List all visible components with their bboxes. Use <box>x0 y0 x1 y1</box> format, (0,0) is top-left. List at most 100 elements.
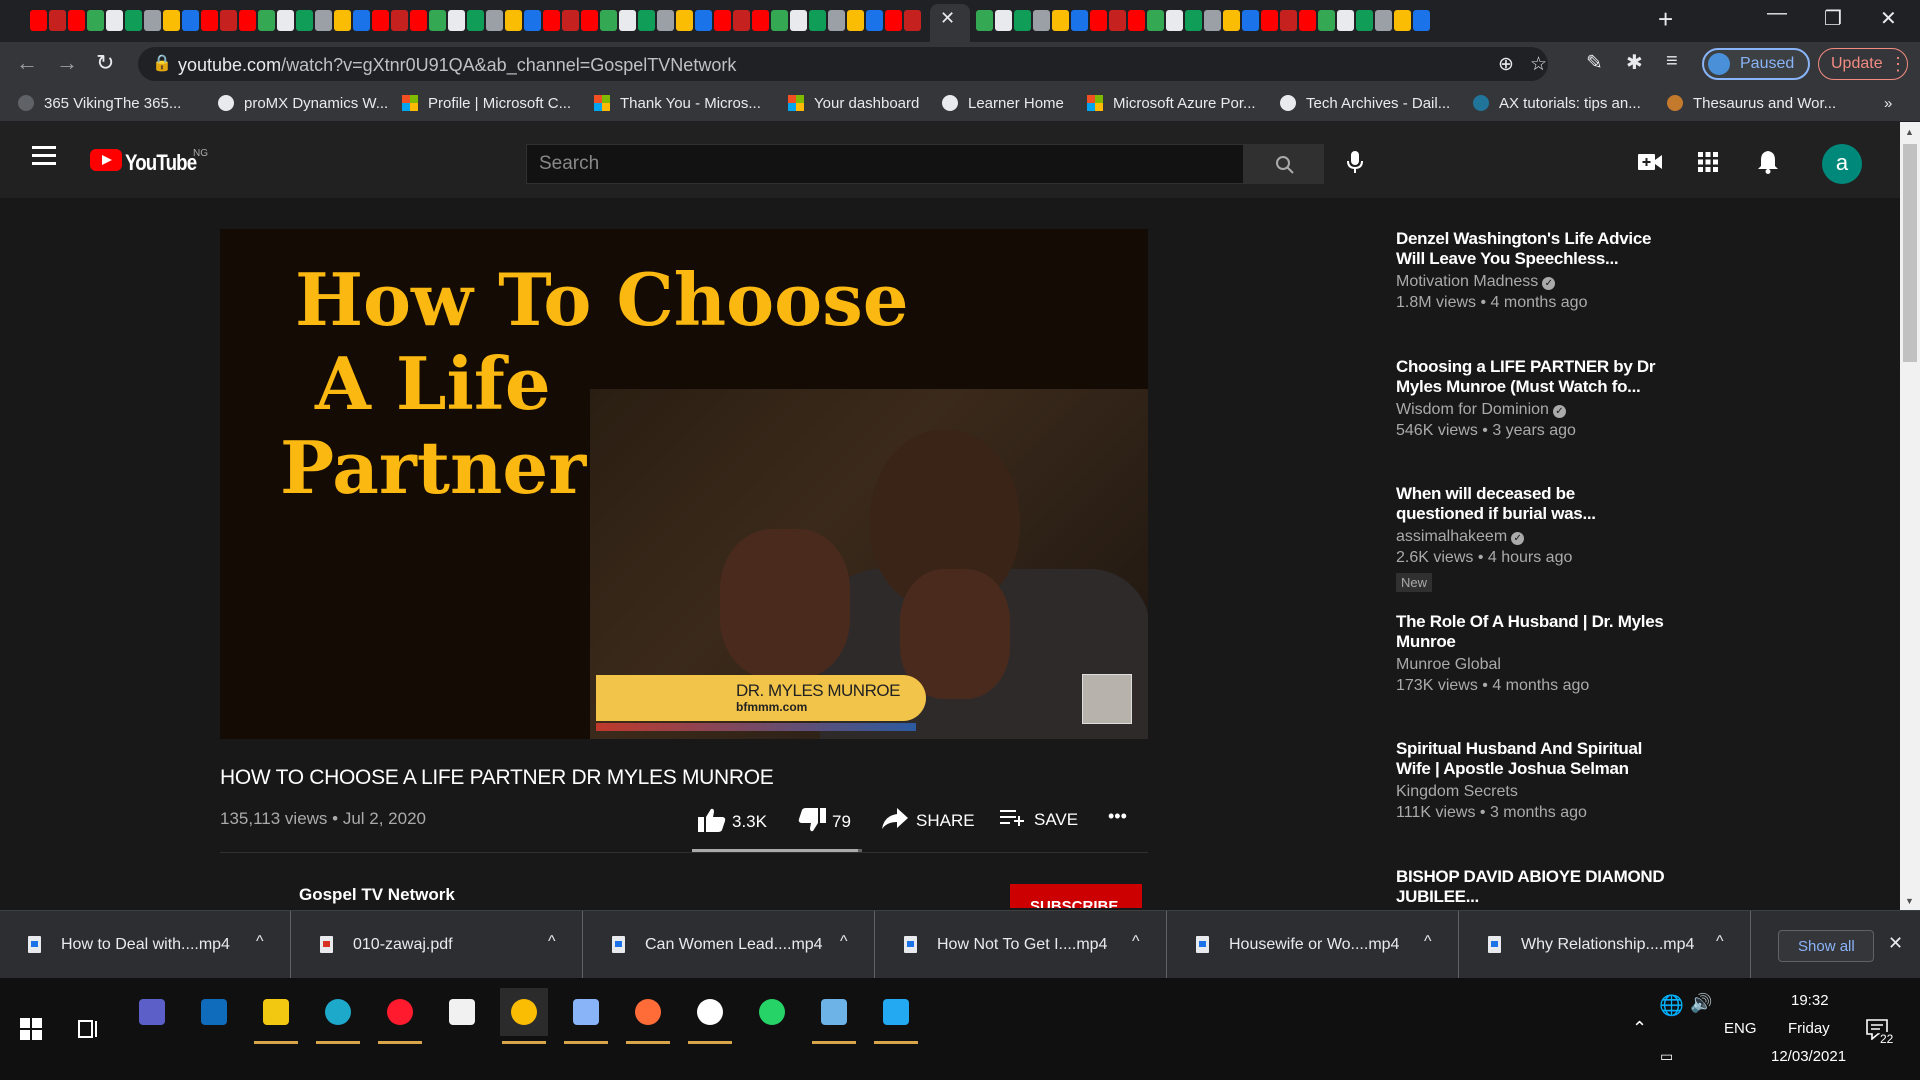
scroll-down-arrow-icon[interactable]: ▼ <box>1905 896 1914 906</box>
battery-icon[interactable]: ▭ <box>1660 1048 1673 1065</box>
tab-favicon-icon[interactable] <box>1052 10 1069 31</box>
recommended-video[interactable]: Denzel Washington's Life Advice Will Lea… <box>1396 229 1666 312</box>
tab-favicon-icon[interactable] <box>1204 10 1221 31</box>
tab-favicon-icon[interactable] <box>410 10 427 31</box>
clock-date[interactable]: 12/03/2021 <box>1771 1048 1846 1065</box>
teams-icon[interactable] <box>128 988 176 1036</box>
bookmark-item[interactable]: Thesaurus and Wor... <box>1667 95 1836 112</box>
language-indicator[interactable]: ENG <box>1724 1020 1757 1037</box>
bookmark-item[interactable]: Thank You - Micros... <box>594 95 761 112</box>
tab-favicon-icon[interactable] <box>391 10 408 31</box>
notifications-bell-icon[interactable] <box>1758 150 1778 174</box>
tab-favicon-icon[interactable] <box>809 10 826 31</box>
tab-favicon-icon[interactable] <box>448 10 465 31</box>
bookmark-item[interactable]: 365 VikingThe 365... <box>18 95 181 112</box>
network-globe-icon[interactable]: 🌐 <box>1659 993 1684 1018</box>
microphone-icon[interactable] <box>1346 150 1364 174</box>
tab-favicon-icon[interactable] <box>334 10 351 31</box>
recommended-video-title[interactable]: Denzel Washington's Life Advice Will Lea… <box>1396 229 1666 269</box>
tab-close-icon[interactable]: ✕ <box>940 8 955 29</box>
download-item[interactable]: Why Relationship....mp4 ^ <box>1460 911 1751 979</box>
share-button[interactable]: SHARE <box>882 808 975 831</box>
postman-icon[interactable] <box>624 988 672 1044</box>
recommended-video[interactable]: When will deceased be questioned if buri… <box>1396 484 1666 592</box>
account-avatar[interactable]: a <box>1822 144 1862 184</box>
video-player[interactable]: How To Choose A Life Partner DR. MYLES M… <box>220 229 1148 739</box>
tab-favicon-icon[interactable] <box>201 10 218 31</box>
tab-favicon-icon[interactable] <box>258 10 275 31</box>
tab-favicon-icon[interactable] <box>1071 10 1088 31</box>
tab-favicon-icon[interactable] <box>619 10 636 31</box>
tab-favicon-icon[interactable] <box>505 10 522 31</box>
tab-favicon-icon[interactable] <box>600 10 617 31</box>
minimize-button[interactable]: — <box>1767 2 1787 25</box>
url-text[interactable]: youtube.com/watch?v=gXtnr0U91QA&ab_chann… <box>178 55 736 76</box>
tab-favicon-icon[interactable] <box>995 10 1012 31</box>
tab-favicon-icon[interactable] <box>372 10 389 31</box>
channel-watermark[interactable] <box>1082 674 1132 724</box>
tab-favicon-icon[interactable] <box>676 10 693 31</box>
tab-favicon-icon[interactable] <box>847 10 864 31</box>
download-item[interactable]: Housewife or Wo....mp4 ^ <box>1168 911 1459 979</box>
recommended-video-channel[interactable]: assimalhakeem ✓ <box>1396 528 1666 546</box>
tab-favicon-icon[interactable] <box>1280 10 1297 31</box>
download-options-chevron-icon[interactable]: ^ <box>548 933 556 951</box>
search-button[interactable] <box>1244 144 1324 184</box>
recommended-video[interactable]: BISHOP DAVID ABIOYE DIAMOND JUBILEE... <box>1396 867 1666 907</box>
tab-favicon-icon[interactable] <box>239 10 256 31</box>
tab-favicon-icon[interactable] <box>1261 10 1278 31</box>
more-actions-button[interactable]: ••• <box>1108 806 1127 827</box>
outlook-icon[interactable] <box>190 988 238 1036</box>
task-view-icon[interactable] <box>78 1018 100 1040</box>
bookmark-item[interactable]: AX tutorials: tips an... <box>1473 95 1641 112</box>
tab-favicon-icon[interactable] <box>49 10 66 31</box>
tab-favicon-icon[interactable] <box>695 10 712 31</box>
add-icon[interactable]: ⊕ <box>1498 53 1514 76</box>
tab-favicon-icon[interactable] <box>1394 10 1411 31</box>
tab-favicon-icon[interactable] <box>296 10 313 31</box>
tab-favicon-icon[interactable] <box>1223 10 1240 31</box>
tab-favicon-icon[interactable] <box>885 10 902 31</box>
download-options-chevron-icon[interactable]: ^ <box>840 933 848 951</box>
download-options-chevron-icon[interactable]: ^ <box>1716 933 1724 951</box>
download-options-chevron-icon[interactable]: ^ <box>256 933 264 951</box>
recommended-video-channel[interactable]: Wisdom for Dominion ✓ <box>1396 401 1666 419</box>
tray-expand-icon[interactable]: ⌃ <box>1632 1018 1647 1039</box>
bookmark-item[interactable]: Microsoft Azure Por... <box>1087 95 1256 112</box>
download-item[interactable]: How Not To Get I....mp4 ^ <box>876 911 1167 979</box>
bookmark-star-icon[interactable]: ☆ <box>1530 53 1547 76</box>
scrollbar-thumb[interactable] <box>1903 144 1917 362</box>
address-bar[interactable]: 🔒 youtube.com/watch?v=gXtnr0U91QA&ab_cha… <box>138 47 1548 81</box>
tab-favicon-icon[interactable] <box>638 10 655 31</box>
menu-icon[interactable] <box>32 146 56 165</box>
tab-favicon-icon[interactable] <box>182 10 199 31</box>
bookmark-item[interactable]: Your dashboard <box>788 95 919 112</box>
show-all-downloads-button[interactable]: Show all <box>1778 930 1874 962</box>
recommended-video-channel[interactable]: Munroe Global <box>1396 656 1666 674</box>
tab-favicon-icon[interactable] <box>353 10 370 31</box>
tab-favicon-icon[interactable] <box>790 10 807 31</box>
tab-favicon-icon[interactable] <box>1185 10 1202 31</box>
tab-favicon-icon[interactable] <box>1090 10 1107 31</box>
whatsapp-icon[interactable] <box>748 988 796 1036</box>
tab-favicon-icon[interactable] <box>1413 10 1430 31</box>
download-item[interactable]: How to Deal with....mp4 ^ <box>0 911 291 979</box>
bookmarks-overflow-button[interactable]: » <box>1884 95 1892 112</box>
windows-start-icon[interactable] <box>20 1018 42 1040</box>
tab-favicon-icon[interactable] <box>106 10 123 31</box>
create-video-icon[interactable] <box>1638 153 1662 171</box>
close-download-shelf-icon[interactable]: ✕ <box>1888 933 1903 954</box>
tab-favicon-icon[interactable] <box>1375 10 1392 31</box>
tab-favicon-icon[interactable] <box>733 10 750 31</box>
tab-favicon-icon[interactable] <box>220 10 237 31</box>
tab-favicon-icon[interactable] <box>315 10 332 31</box>
tab-favicon-icon[interactable] <box>714 10 731 31</box>
tab-favicon-icon[interactable] <box>87 10 104 31</box>
tab-favicon-icon[interactable] <box>1242 10 1259 31</box>
tab-favicon-icon[interactable] <box>486 10 503 31</box>
youtube-logo-icon[interactable] <box>90 149 122 171</box>
forward-button[interactable]: → <box>56 50 78 76</box>
save-button[interactable]: SAVE <box>1000 808 1078 830</box>
pen-icon[interactable]: ✎ <box>1586 50 1603 75</box>
tab-favicon-icon[interactable] <box>429 10 446 31</box>
